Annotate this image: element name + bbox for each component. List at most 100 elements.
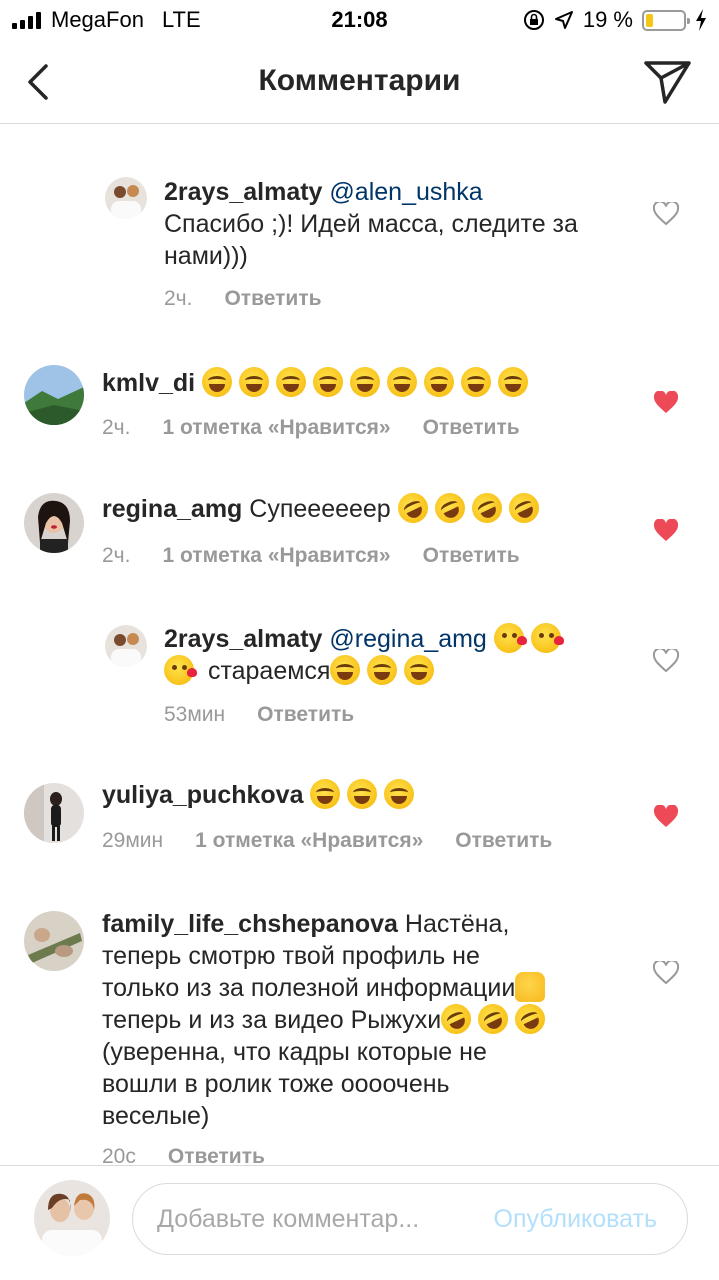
- reply-button[interactable]: Ответить: [257, 703, 354, 727]
- status-bar: MegaFon LTE 21:08 19 %: [0, 0, 719, 40]
- comment-text: Спасибо ;)! Идей масса, следите за нами)…: [164, 210, 578, 270]
- heart-filled-icon[interactable]: [653, 519, 679, 543]
- current-user-avatar: [34, 1180, 110, 1256]
- face-with-tears-of-joy-icon: [330, 655, 361, 685]
- comment-username[interactable]: yuliya_puchkova: [102, 781, 303, 809]
- emoji-row: [310, 779, 421, 809]
- likes-count[interactable]: 1 отметка «Нравится»: [162, 416, 390, 440]
- heart-outline-icon[interactable]: [653, 649, 679, 673]
- heart-filled-icon[interactable]: [653, 805, 679, 829]
- comment-body: kmlv_di: [102, 367, 622, 399]
- thumbs-up-icon: [515, 972, 546, 1002]
- heart-filled-icon[interactable]: [653, 391, 679, 415]
- battery-level: [646, 13, 653, 27]
- reply-button[interactable]: Ответить: [423, 416, 520, 440]
- comment-meta: 2ч. 1 отметка «Нравится» Ответить: [102, 544, 520, 568]
- comment-line: family_life_chshepanova Настёна,: [102, 908, 632, 940]
- reply-button[interactable]: Ответить: [224, 287, 321, 311]
- header: Комментарии: [0, 40, 719, 124]
- rolling-on-floor-laughing-icon: [392, 488, 433, 528]
- avatar[interactable]: [105, 625, 147, 667]
- avatar[interactable]: [24, 493, 84, 553]
- comment-body: yuliya_puchkova: [102, 779, 622, 811]
- avatar[interactable]: [24, 911, 84, 971]
- comment-time: 2ч.: [102, 544, 131, 567]
- emoji-row: [392, 488, 546, 528]
- avatar[interactable]: [24, 365, 84, 425]
- comment-username[interactable]: regina_amg: [102, 495, 242, 523]
- comment-text: стараемся: [207, 657, 331, 685]
- comment-text: Настёна,: [404, 910, 510, 938]
- comment-input[interactable]: Добавьте комментар... Опубликовать: [132, 1183, 688, 1255]
- comments-list: 2rays_almaty @alen_ushka Спасибо ;)! Иде…: [0, 125, 719, 1165]
- rolling-on-floor-laughing-icon: [436, 999, 477, 1039]
- location-arrow-icon: [554, 11, 573, 29]
- comment-3: regina_amg Супеееееер 2ч. 1 отметка «Нра…: [0, 453, 719, 587]
- comment-time: 2ч.: [102, 416, 131, 439]
- face-with-tears-of-joy-icon: [424, 367, 455, 397]
- comment-meta: 2ч. Ответить: [164, 287, 322, 311]
- rolling-on-floor-laughing-icon: [473, 999, 514, 1039]
- comment-line: теперь и из за видео Рыжухи: [102, 999, 632, 1039]
- comment-text: только из за полезной информации: [102, 974, 516, 1002]
- comment-meta: 29мин 1 отметка «Нравится» Ответить: [102, 829, 552, 853]
- comment-time: 53мин: [164, 703, 226, 726]
- heart-outline-icon[interactable]: [653, 961, 679, 985]
- comment-line: веселые): [102, 1102, 210, 1130]
- avatar[interactable]: [105, 177, 147, 219]
- comment-line: (уверенна, что кадры которые не: [102, 1038, 487, 1066]
- comment-text: теперь и из за видео Рыжухи: [102, 1006, 442, 1034]
- publish-button[interactable]: Опубликовать: [494, 1205, 657, 1234]
- comment-meta: 2ч. 1 отметка «Нравится» Ответить: [102, 416, 520, 440]
- comment-5: yuliya_puchkova 29мин 1 отметка «Нравитс…: [0, 775, 719, 903]
- face-blowing-kiss-icon: [164, 655, 197, 685]
- comment-line: только из за полезной информации: [102, 972, 632, 1004]
- battery-percent: 19 %: [582, 7, 633, 32]
- comment-time: 29мин: [102, 829, 164, 852]
- comment-time: 20с: [102, 1145, 136, 1165]
- direct-share-button[interactable]: [643, 58, 693, 106]
- rolling-on-floor-laughing-icon: [510, 999, 551, 1039]
- rolling-on-floor-laughing-icon: [466, 488, 507, 528]
- rolling-on-floor-laughing-icon: [503, 488, 544, 528]
- face-with-tears-of-joy-icon: [404, 655, 435, 685]
- battery-icon: [642, 9, 690, 31]
- comment-username[interactable]: 2rays_almaty: [164, 625, 322, 653]
- likes-count[interactable]: 1 отметка «Нравится»: [195, 829, 423, 853]
- avatar[interactable]: [24, 783, 84, 843]
- comment-username[interactable]: family_life_chshepanova: [102, 910, 398, 938]
- comment-username[interactable]: 2rays_almaty: [164, 178, 322, 206]
- face-with-tears-of-joy-icon: [347, 779, 378, 809]
- status-right: 19 %: [523, 7, 707, 33]
- face-with-tears-of-joy-icon: [202, 367, 233, 397]
- face-with-tears-of-joy-icon: [461, 367, 492, 397]
- comment-input-placeholder: Добавьте комментар...: [157, 1205, 420, 1233]
- comment-body: family_life_chshepanova Настёна, теперь …: [102, 908, 632, 1132]
- likes-count[interactable]: 1 отметка «Нравится»: [162, 544, 390, 568]
- comment-mention[interactable]: @alen_ushka: [329, 178, 482, 206]
- heart-outline-icon[interactable]: [653, 202, 679, 226]
- comment-2: kmlv_di 2ч. 1 отметка «Нравится» Ответит…: [0, 325, 719, 453]
- comment-reply-4: 2rays_almaty @regina_amg стараемся 53мин…: [0, 587, 719, 775]
- face-blowing-kiss-icon: [493, 623, 527, 653]
- comment-username[interactable]: kmlv_di: [102, 369, 195, 397]
- reply-button[interactable]: Ответить: [423, 544, 520, 568]
- rolling-on-floor-laughing-icon: [429, 488, 470, 528]
- paper-plane-icon: [644, 61, 691, 104]
- rotation-lock-icon: [523, 10, 544, 30]
- reply-button[interactable]: Ответить: [168, 1145, 265, 1165]
- comment-time: 2ч.: [164, 287, 193, 310]
- comment-reply-1: 2rays_almaty @alen_ushka Спасибо ;)! Иде…: [0, 125, 719, 325]
- charging-bolt-icon: [696, 9, 706, 31]
- comment-meta: 53мин Ответить: [164, 703, 354, 727]
- comment-body: 2rays_almaty @alen_ushka Спасибо ;)! Иде…: [164, 176, 584, 272]
- face-with-tears-of-joy-icon: [387, 367, 418, 397]
- face-with-tears-of-joy-icon: [313, 367, 344, 397]
- comment-mention[interactable]: @regina_amg: [329, 625, 486, 653]
- face-with-tears-of-joy-icon: [276, 367, 307, 397]
- comment-6: family_life_chshepanova Настёна, теперь …: [0, 903, 719, 1165]
- comment-input-bar: Добавьте комментар... Опубликовать: [0, 1165, 719, 1280]
- comment-body: regina_amg Супеееееер: [102, 488, 622, 528]
- comment-body: 2rays_almaty @regina_amg стараемся: [164, 623, 604, 687]
- reply-button[interactable]: Ответить: [455, 829, 552, 853]
